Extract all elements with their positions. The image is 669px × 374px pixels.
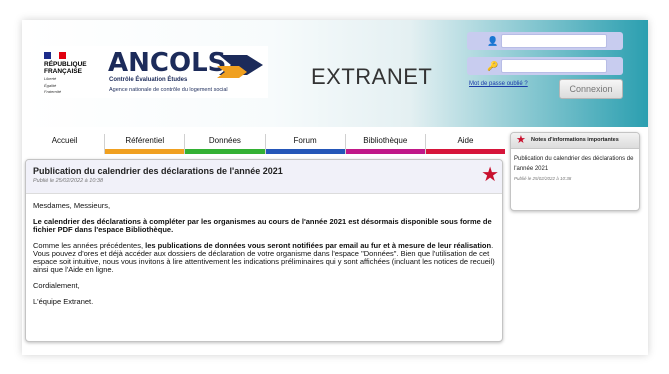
nav-aide[interactable]: Aide bbox=[425, 134, 506, 154]
username-input[interactable] bbox=[501, 34, 607, 48]
republique-francaise-logo: RÉPUBLIQUE FRANÇAISE Liberté Égalité Fra… bbox=[44, 52, 102, 95]
site-header: RÉPUBLIQUE FRANÇAISE Liberté Égalité Fra… bbox=[22, 20, 648, 127]
republique-line-1: RÉPUBLIQUE bbox=[44, 61, 87, 68]
nav-color-bar bbox=[265, 149, 345, 154]
notes-header: ★ Notes d'informations importantes bbox=[511, 133, 639, 149]
app-title: EXTRANET bbox=[311, 64, 433, 89]
nav-color-bar bbox=[345, 149, 425, 154]
user-icon: 👤 bbox=[487, 36, 499, 46]
article-paragraph-1: Le calendrier des déclarations à complét… bbox=[33, 217, 492, 234]
article-closing: Cordialement, bbox=[33, 281, 80, 290]
article-paragraph-2: Comme les années précédentes, les public… bbox=[33, 242, 495, 274]
republique-line-2: FRANÇAISE bbox=[44, 68, 82, 75]
login-button[interactable]: Connexion bbox=[559, 79, 623, 99]
star-icon: ★ bbox=[516, 134, 526, 146]
forgot-password-link[interactable]: Mot de passe oublié ? bbox=[469, 81, 528, 87]
nav-label: Accueil bbox=[51, 136, 78, 145]
brand-subtitle: Contrôle Évaluation Études bbox=[109, 77, 188, 83]
nav-color-bar bbox=[25, 149, 105, 154]
motto-fraternite: Fraternité bbox=[44, 89, 62, 94]
nav-label: Forum bbox=[293, 136, 317, 145]
nav-accueil[interactable]: Accueil bbox=[25, 134, 106, 154]
nav-label: Aide bbox=[457, 136, 474, 145]
article-greeting: Mesdames, Messieurs, bbox=[33, 201, 111, 210]
motto-egalite: Égalité bbox=[44, 82, 57, 88]
login-panel: 👤 🔑 Mot de passe oublié ? Connexion bbox=[463, 22, 629, 102]
brand-name: ANCOLS bbox=[108, 48, 227, 78]
article-body: Mesdames, Messieurs, Le calendrier des d… bbox=[26, 194, 502, 322]
french-flag-icon bbox=[44, 52, 66, 59]
nav-label: Données bbox=[208, 136, 241, 145]
password-input[interactable] bbox=[501, 59, 607, 73]
password-row: 🔑 bbox=[467, 57, 623, 75]
nav-color-bar bbox=[185, 149, 265, 154]
username-row: 👤 bbox=[467, 32, 623, 50]
note-item[interactable]: Publication du calendrier des déclaratio… bbox=[511, 149, 639, 188]
nav-forum[interactable]: Forum bbox=[265, 134, 346, 154]
nav-referentiel[interactable]: Référentiel bbox=[105, 134, 186, 154]
article-date: Publié le 25/02/2022 à 10:38 bbox=[33, 178, 104, 184]
note-date: Publié le 25/02/2022 à 10:38 bbox=[514, 176, 572, 181]
nav-color-bar bbox=[425, 149, 506, 154]
nav-donnees[interactable]: Données bbox=[185, 134, 266, 154]
important-notes-panel: ★ Notes d'informations importantes Publi… bbox=[510, 132, 640, 211]
brand-tagline: Agence nationale de contrôle du logement… bbox=[109, 87, 228, 93]
article-header: Publication du calendrier des déclaratio… bbox=[26, 160, 502, 194]
note-text: Publication du calendrier des déclaratio… bbox=[514, 156, 634, 172]
ancols-arrow-icon bbox=[217, 55, 263, 78]
article-panel: Publication du calendrier des déclaratio… bbox=[25, 159, 503, 342]
nav-label: Bibliothèque bbox=[363, 136, 408, 145]
motto-liberte: Liberté bbox=[44, 76, 57, 81]
key-icon: 🔑 bbox=[487, 61, 499, 71]
star-icon: ★ bbox=[481, 164, 499, 186]
ancols-logo[interactable]: RÉPUBLIQUE FRANÇAISE Liberté Égalité Fra… bbox=[40, 46, 268, 98]
main-nav: Accueil Référentiel Données Forum Biblio… bbox=[25, 134, 506, 154]
article-title: Publication du calendrier des déclaratio… bbox=[33, 166, 283, 176]
nav-bibliotheque[interactable]: Bibliothèque bbox=[345, 134, 426, 154]
nav-color-bar bbox=[105, 149, 185, 154]
notes-title: Notes d'informations importantes bbox=[531, 137, 619, 143]
article-signature: L'équipe Extranet. bbox=[33, 297, 94, 306]
nav-label: Référentiel bbox=[125, 136, 165, 145]
